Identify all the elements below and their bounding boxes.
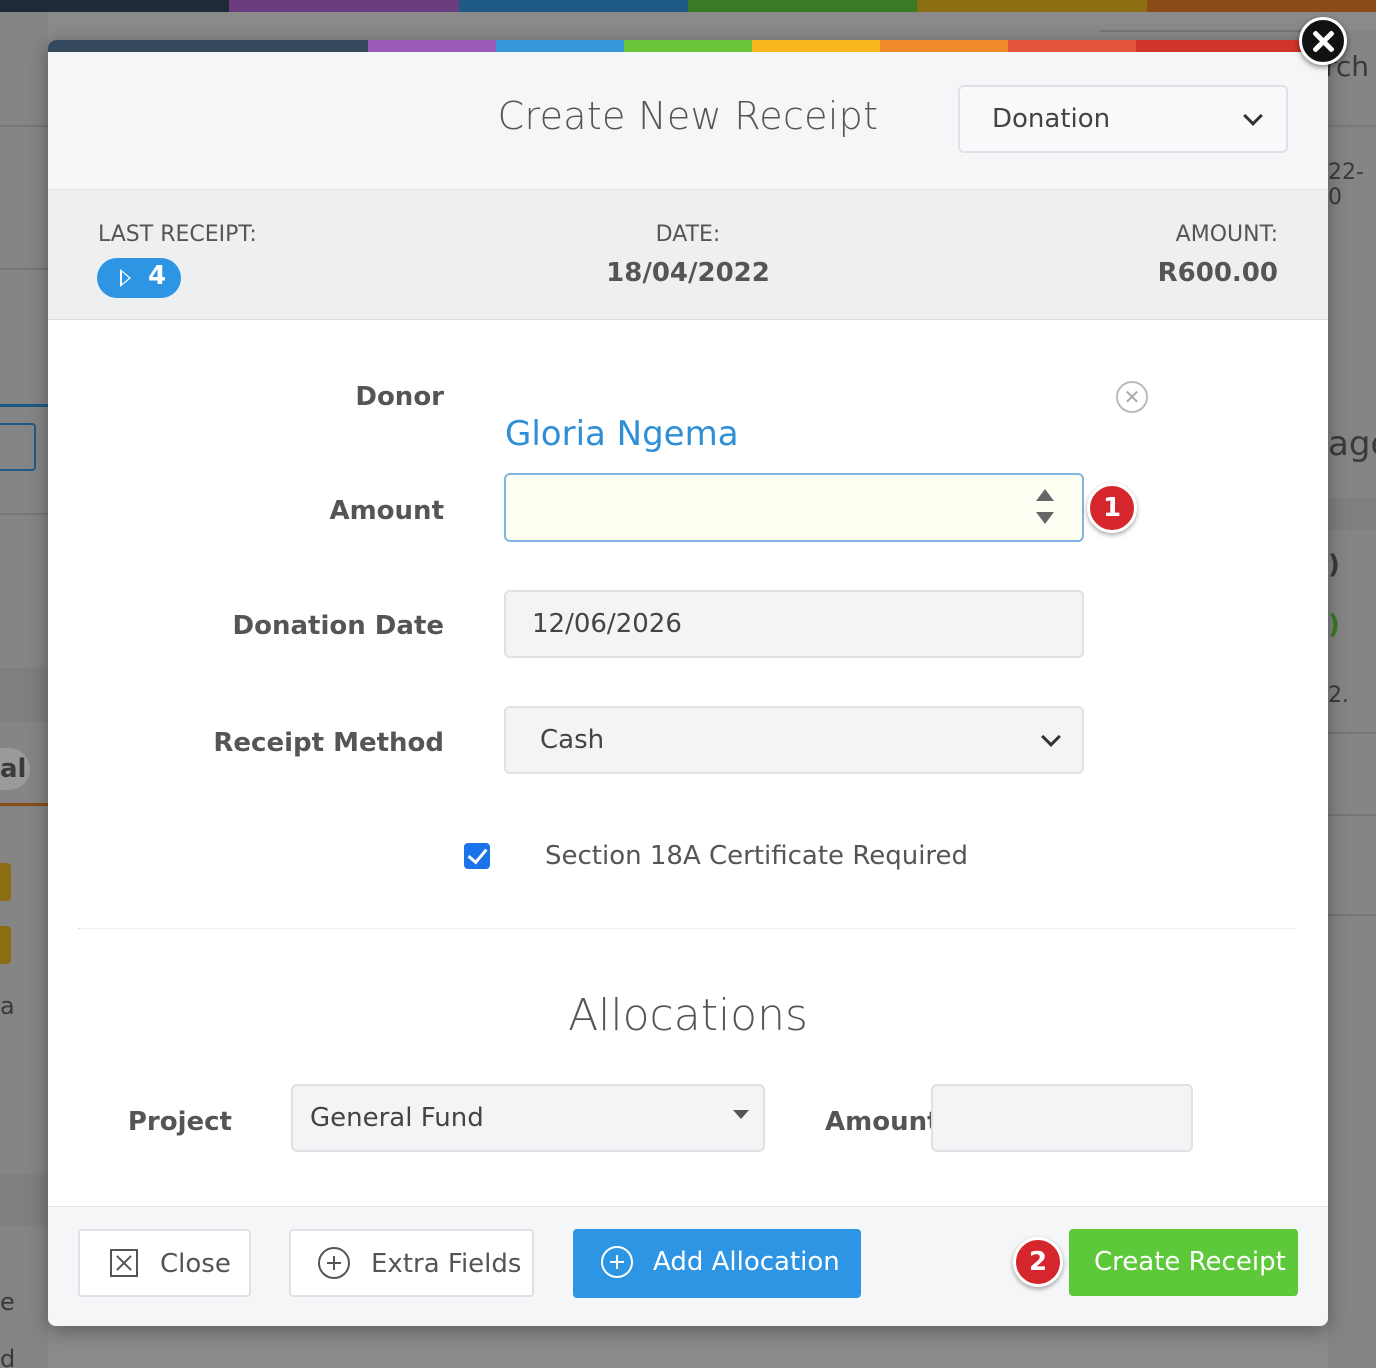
caret-down-icon (733, 1110, 749, 1119)
background-divider (0, 125, 48, 127)
project-label: Project (127, 1107, 232, 1137)
plus-circle-icon (601, 1246, 633, 1278)
background-topbar (0, 0, 1376, 12)
background-text: al (0, 754, 27, 784)
section-18a-label: Section 18A Certificate Required (545, 841, 969, 871)
close-button-label: Close (160, 1249, 231, 1279)
clear-donor-icon[interactable]: ✕ (1116, 381, 1148, 413)
number-spinner-icon[interactable] (1036, 489, 1054, 529)
last-receipt-summary: LAST RECEIPT: 4 DATE: 18/04/2022 AMOUNT:… (48, 190, 1328, 320)
amount-label: AMOUNT: (1175, 222, 1278, 247)
modal-footer: Close Extra Fields Add Allocation Create… (48, 1206, 1328, 1326)
spinner-up-icon[interactable] (1036, 489, 1054, 501)
chevron-down-icon (1041, 727, 1061, 747)
background-divider (0, 404, 48, 407)
close-button[interactable]: Close (78, 1229, 251, 1297)
receipt-method-value: Cash (540, 725, 605, 755)
receipt-type-select[interactable]: Donation (958, 85, 1288, 153)
background-text: ) (1328, 610, 1340, 640)
background-divider (1328, 914, 1376, 916)
close-modal-icon[interactable] (1299, 17, 1347, 65)
donor-label: Donor (355, 382, 444, 412)
stripe-segment (624, 40, 752, 52)
extra-fields-button[interactable]: Extra Fields (289, 1229, 534, 1297)
stripe-segment (1008, 40, 1136, 52)
create-receipt-button[interactable]: Create Receipt (1069, 1229, 1298, 1296)
background-divider (1328, 814, 1376, 816)
modal-color-stripe (48, 40, 1328, 52)
background-text: d (0, 1345, 16, 1368)
donation-date-value: 12/06/2026 (532, 609, 682, 639)
stripe-segment (496, 40, 624, 52)
background-section (0, 1175, 48, 1225)
receipt-type-value: Donation (992, 104, 1111, 134)
stripe-segment (368, 40, 496, 52)
section-18a-checkbox[interactable] (464, 843, 490, 869)
project-select[interactable]: General Fund (291, 1084, 765, 1152)
chevron-down-icon (1243, 106, 1263, 126)
form-divider (78, 928, 1298, 929)
background-edit-button (0, 423, 36, 471)
plus-circle-icon (318, 1247, 350, 1279)
add-allocation-button[interactable]: Add Allocation (573, 1229, 861, 1298)
background-section (1328, 498, 1376, 530)
background-divider (1328, 732, 1376, 734)
allocation-amount-input[interactable] (931, 1084, 1193, 1152)
spinner-down-icon[interactable] (1036, 512, 1054, 524)
background-divider (0, 268, 48, 270)
background-divider (0, 513, 48, 515)
donation-date-input[interactable]: 12/06/2026 (504, 590, 1084, 658)
amount-field-label: Amount (329, 496, 444, 526)
step-annotation-2: 2 (1013, 1237, 1063, 1287)
background-heading-text: age (1328, 424, 1376, 464)
background-section (0, 668, 48, 722)
extra-fields-label: Extra Fields (371, 1249, 522, 1279)
receipt-method-label: Receipt Method (213, 728, 444, 758)
date-value: 18/04/2022 (606, 258, 770, 288)
amount-value: R600.00 (1157, 258, 1278, 288)
background-divider (1328, 125, 1376, 127)
background-text: ) (1328, 550, 1340, 580)
background-divider (1100, 30, 1328, 32)
receipt-method-select[interactable]: Cash (504, 706, 1084, 774)
modal-header: Create New Receipt Donation (48, 52, 1328, 190)
create-receipt-modal: Create New Receipt Donation LAST RECEIPT… (48, 40, 1328, 1326)
background-tag (0, 926, 11, 964)
background-text: a (0, 992, 15, 1020)
donation-date-label: Donation Date (232, 611, 444, 641)
create-receipt-label: Create Receipt (1094, 1247, 1286, 1277)
background-tag (0, 863, 11, 901)
donor-name-link[interactable]: Gloria Ngema (505, 414, 739, 454)
amount-input[interactable] (504, 473, 1084, 542)
background-text: e (0, 1288, 15, 1316)
allocation-amount-label: Amount (825, 1107, 940, 1137)
stripe-segment (880, 40, 1008, 52)
step-annotation-1: 1 (1087, 483, 1137, 533)
add-allocation-label: Add Allocation (653, 1247, 840, 1277)
close-box-icon (110, 1249, 138, 1277)
stripe-segment (752, 40, 880, 52)
allocations-title: Allocations (568, 990, 808, 1041)
project-value: General Fund (310, 1103, 484, 1133)
background-divider (0, 803, 48, 806)
stripe-segment (48, 40, 368, 52)
background-text: 2. (1328, 683, 1349, 708)
date-label: DATE: (655, 222, 721, 247)
background-date-text: 22-0 (1328, 160, 1364, 210)
